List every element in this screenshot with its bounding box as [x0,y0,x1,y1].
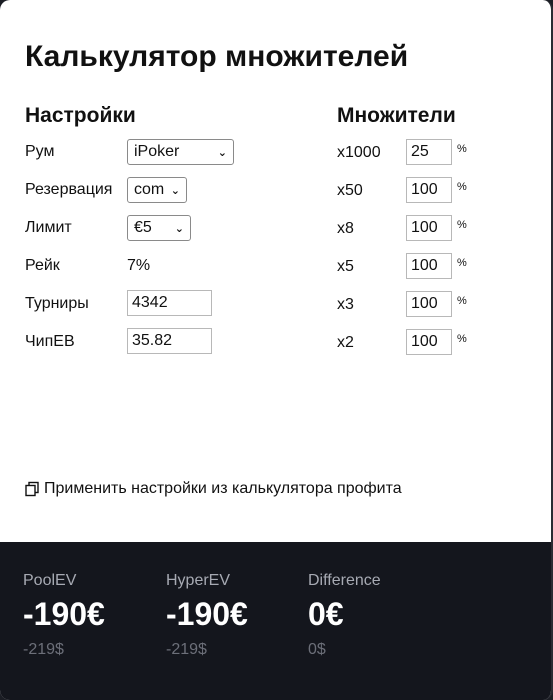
reservation-select-value: com [134,181,165,198]
percent-sign: % [457,333,467,345]
percent-sign: % [457,143,467,155]
multiplier-label-x3: x3 [337,296,354,313]
results-panel: PoolEV -190€ -219$ HyperEV -190€ -219$ D… [0,542,551,700]
multiplier-input-x2[interactable]: 100 [406,329,452,355]
multiplier-input-x50[interactable]: 100 [406,177,452,203]
stat-sub-value: -219$ [23,641,64,658]
stat-value: -190€ [23,596,105,632]
multiplier-label-x1000: x1000 [337,144,381,161]
limit-select-value: €5 [134,219,152,236]
limit-select[interactable]: €5 ⌄ [127,215,191,241]
percent-sign: % [457,257,467,269]
multipliers-heading: Множители [337,104,456,127]
apply-profit-settings-label: Применить настройки из калькулятора проф… [44,480,402,497]
page-title: Калькулятор множителей [25,40,409,73]
stat-value: 0€ [308,596,344,632]
rake-label: Рейк [25,257,60,274]
chevron-down-icon: ⌄ [170,184,180,197]
multiplier-input-x1000[interactable]: 25 [406,139,452,165]
calculator-card: Калькулятор множителей Настройки Рум iPo… [0,0,553,700]
multiplier-input-x8[interactable]: 100 [406,215,452,241]
reservation-label: Резервация [25,181,113,198]
settings-heading: Настройки [25,104,136,127]
percent-sign: % [457,219,467,231]
reservation-select[interactable]: com ⌄ [127,177,187,203]
chevron-down-icon: ⌄ [174,222,184,235]
multiplier-label-x5: x5 [337,258,354,275]
stat-sub-value: -219$ [166,641,207,658]
multiplier-input-x5[interactable]: 100 [406,253,452,279]
room-select-value: iPoker [134,143,180,160]
stat-sub-value: 0$ [308,641,326,658]
multiplier-label-x50: x50 [337,182,363,199]
percent-sign: % [457,181,467,193]
limit-label: Лимит [25,219,72,236]
copy-icon [25,481,39,497]
multiplier-label-x8: x8 [337,220,354,237]
apply-profit-settings-link[interactable]: Применить настройки из калькулятора проф… [24,480,402,498]
difference-stat: Difference 0€ 0$ [308,572,381,659]
stat-value: -190€ [166,596,248,632]
tournaments-label: Турниры [25,295,89,312]
pool-ev-stat: PoolEV -190€ -219$ [23,572,105,659]
stat-label: HyperEV [166,572,231,589]
chevron-down-icon: ⌄ [217,146,227,159]
stat-label: Difference [308,572,381,589]
room-select[interactable]: iPoker ⌄ [127,139,234,165]
multiplier-input-x3[interactable]: 100 [406,291,452,317]
hyper-ev-stat: HyperEV -190€ -219$ [166,572,248,659]
chipev-label: ЧипЕВ [25,333,75,350]
tournaments-input[interactable]: 4342 [127,290,212,316]
stat-label: PoolEV [23,572,77,589]
rake-value: 7% [127,257,151,274]
percent-sign: % [457,295,467,307]
room-label: Рум [25,143,55,160]
chipev-input[interactable]: 35.82 [127,328,212,354]
multiplier-label-x2: x2 [337,334,354,351]
